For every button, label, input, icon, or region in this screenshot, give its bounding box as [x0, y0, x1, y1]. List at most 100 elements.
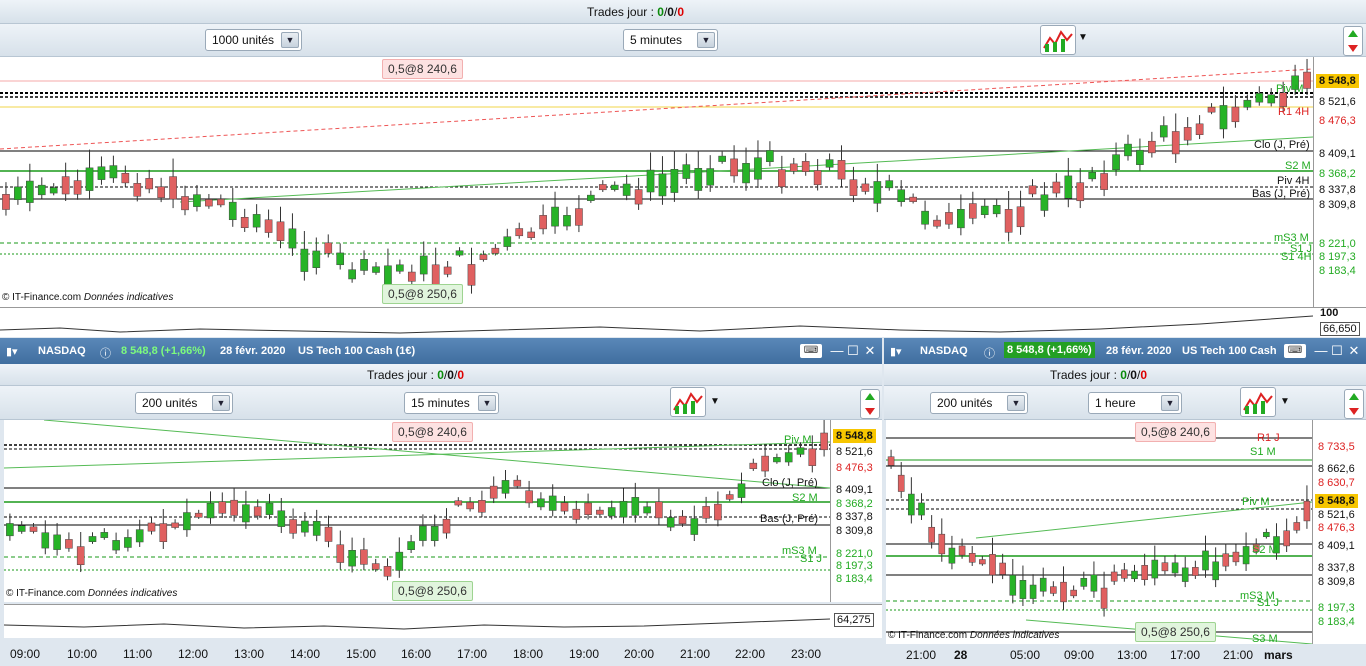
- trade-arrows-icon[interactable]: [1343, 26, 1363, 56]
- candle-body: [773, 457, 781, 463]
- indicator-chart-icon[interactable]: [1040, 25, 1076, 55]
- interval-select[interactable]: 5 minutes ▼: [623, 29, 718, 51]
- candle-body: [820, 432, 828, 451]
- candle-body: [725, 494, 734, 500]
- candle-body: [348, 269, 356, 280]
- left-window-header[interactable]: ▮▾ NASDAQ ⓘ 8 548,8 (+1,66%) 28 févr. 20…: [0, 338, 882, 364]
- info-icon[interactable]: ⓘ: [100, 345, 111, 361]
- minimize-icon[interactable]: —: [830, 344, 844, 358]
- candle-body: [277, 510, 286, 527]
- candle-body: [1040, 194, 1049, 211]
- candle-body: [1195, 123, 1204, 135]
- candle-body: [596, 509, 604, 515]
- candle-body: [992, 204, 1001, 215]
- buy-order-tag[interactable]: 0,5@8 250,6: [1135, 622, 1216, 642]
- candle-body: [1112, 154, 1120, 171]
- candle-body: [193, 194, 201, 207]
- buy-order-tag[interactable]: 0,5@8 250,6: [392, 581, 473, 601]
- sell-order-tag[interactable]: 0,5@8 240,6: [392, 422, 473, 442]
- candle-body: [622, 183, 631, 196]
- candle-body: [749, 462, 758, 469]
- trade-arrows-icon[interactable]: [1344, 389, 1364, 419]
- right-window-header[interactable]: ▮▾ NASDAQ ⓘ 8 548,8 (+1,66%) 28 févr. 20…: [884, 338, 1366, 364]
- keyboard-icon[interactable]: ⌨: [800, 344, 822, 358]
- candle-body: [289, 519, 297, 534]
- candle-body: [265, 502, 274, 515]
- candle-body: [515, 228, 524, 237]
- chevron-down-icon[interactable]: ▼: [697, 32, 715, 48]
- left-chart[interactable]: 0,5@8 240,6 0,5@8 250,6 © IT-Finance.com…: [4, 420, 882, 602]
- chevron-down-icon[interactable]: ▼: [212, 395, 230, 411]
- candle-body: [1148, 140, 1156, 154]
- candle-body: [1088, 171, 1097, 180]
- candle-body: [537, 498, 545, 508]
- close-icon[interactable]: ✕: [1347, 344, 1361, 358]
- candle-body: [607, 507, 616, 517]
- candle-body: [407, 541, 415, 550]
- candle-body: [1161, 562, 1169, 572]
- candle-body: [742, 163, 750, 184]
- close-icon[interactable]: ✕: [863, 344, 877, 358]
- units-select[interactable]: 1000 unités ▼: [205, 29, 302, 51]
- candle-body: [513, 479, 522, 487]
- candle-body: [455, 250, 464, 256]
- maximize-icon[interactable]: ☐: [846, 344, 860, 358]
- sell-order-tag[interactable]: 0,5@8 240,6: [382, 59, 463, 79]
- right-chart[interactable]: 0,5@8 240,6 0,5@8 250,6 © IT-Finance.com…: [886, 420, 1366, 645]
- candle-body: [575, 208, 583, 226]
- minimize-icon[interactable]: —: [1314, 344, 1328, 358]
- candle-body: [360, 259, 368, 271]
- candle-body: [560, 502, 569, 512]
- candle-body: [53, 534, 61, 550]
- right-toolbar: 200 unités ▼ 1 heure ▼ ▼: [884, 386, 1366, 420]
- units-select[interactable]: 200 unités ▼: [930, 392, 1028, 414]
- candle-body: [205, 199, 213, 207]
- sell-order-tag[interactable]: 0,5@8 240,6: [1135, 422, 1216, 442]
- candle-body: [1243, 99, 1252, 108]
- candle-body: [443, 266, 452, 275]
- candle-icon[interactable]: ▮▾: [890, 345, 902, 358]
- candle-icon[interactable]: ▮▾: [6, 345, 18, 358]
- date-label: 28 févr. 2020: [220, 345, 286, 357]
- candle-body: [503, 236, 512, 247]
- candle-body: [159, 523, 168, 542]
- candle-body: [1222, 553, 1230, 567]
- interval-select[interactable]: 1 heure ▼: [1088, 392, 1182, 414]
- candle-body: [670, 168, 679, 193]
- chevron-down-icon[interactable]: ▼: [1007, 395, 1025, 411]
- trend-line: [4, 441, 831, 469]
- chevron-down-icon[interactable]: ▼: [281, 32, 299, 48]
- candle-body: [1171, 131, 1180, 155]
- trades-closed: 0: [677, 5, 685, 19]
- candle-body: [784, 452, 793, 463]
- candle-body: [1231, 106, 1240, 123]
- chevron-down-icon[interactable]: ▼: [1078, 32, 1088, 43]
- indicator-chart-icon[interactable]: [670, 387, 706, 417]
- units-select[interactable]: 200 unités ▼: [135, 392, 233, 414]
- main-chart[interactable]: 0,5@8 240,6 0,5@8 250,6 © IT-Finance.com…: [0, 57, 1366, 307]
- info-icon[interactable]: ⓘ: [984, 345, 995, 361]
- indicator-chart-icon[interactable]: [1240, 387, 1276, 417]
- keyboard-icon[interactable]: ⌨: [1284, 344, 1306, 358]
- price-axis: 8 733,5 8 662,6 8 630,7 8 548,8 8 521,6 …: [1312, 420, 1366, 644]
- candle-body: [631, 497, 640, 516]
- buy-order-tag[interactable]: 0,5@8 250,6: [382, 284, 463, 304]
- trades-summary: Trades jour : 0/0/0: [1050, 368, 1148, 382]
- maximize-icon[interactable]: ☐: [1330, 344, 1344, 358]
- chevron-down-icon[interactable]: ▼: [478, 395, 496, 411]
- candle-body: [133, 183, 142, 197]
- candle-body: [1283, 530, 1290, 547]
- right-time-axis: 21:00 28 05:00 09:00 13:00 17:00 21:00 m…: [884, 644, 1366, 666]
- interval-select[interactable]: 15 minutes ▼: [404, 392, 499, 414]
- trade-arrows-icon[interactable]: [860, 389, 880, 419]
- candle-body: [1267, 94, 1276, 104]
- candle-body: [288, 228, 297, 249]
- candle-body: [643, 506, 651, 514]
- chevron-down-icon[interactable]: ▼: [710, 396, 720, 407]
- candle-body: [778, 169, 786, 188]
- candle-body: [171, 522, 179, 528]
- chevron-down-icon[interactable]: ▼: [1280, 396, 1290, 407]
- chevron-down-icon[interactable]: ▼: [1161, 395, 1179, 411]
- candle-body: [525, 490, 533, 504]
- candle-body: [49, 187, 58, 194]
